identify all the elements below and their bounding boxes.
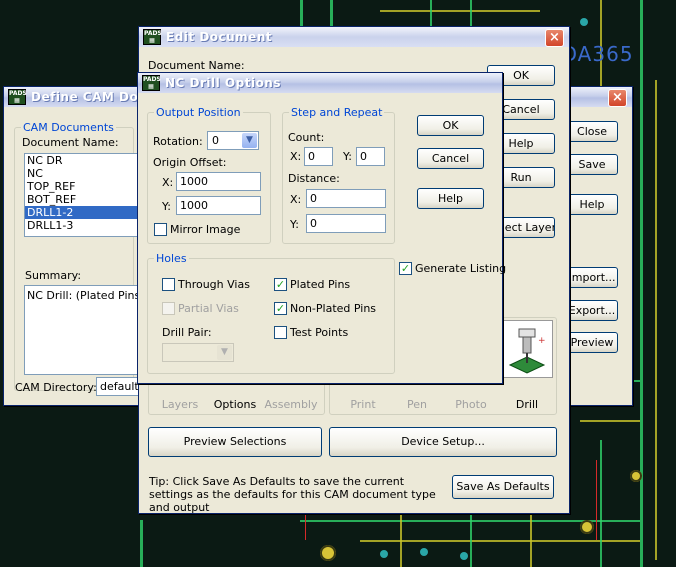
document-name-label: Document Name: <box>148 59 245 72</box>
list-item[interactable]: TOP_REF <box>25 180 138 193</box>
ok-button[interactable]: OK <box>417 115 484 136</box>
count-x-label: X: <box>290 150 302 163</box>
photo-tile-label[interactable]: Photo <box>445 398 497 411</box>
cam-directory-label: CAM Directory: <box>15 381 97 394</box>
count-y-input[interactable]: 0 <box>356 147 385 166</box>
pads-app-icon: PADS ▦ <box>143 29 162 45</box>
distance-x-input[interactable]: 0 <box>306 189 386 208</box>
distance-y-input[interactable]: 0 <box>306 214 386 233</box>
drill-icon: + <box>508 328 546 374</box>
chevron-down-icon[interactable]: ▼ <box>242 133 257 148</box>
window-title: NC Drill Options <box>165 76 281 90</box>
plated-pins-checkbox[interactable]: ✓ <box>274 278 287 291</box>
close-button[interactable]: Close <box>566 121 618 142</box>
rotation-value: 0 <box>212 134 219 147</box>
group-legend: CAM Documents <box>21 121 116 134</box>
distance-label: Distance: <box>288 172 340 185</box>
group-legend: Output Position <box>154 106 243 119</box>
partial-vias-checkbox[interactable] <box>162 302 175 315</box>
distance-y-label: Y: <box>290 218 299 231</box>
through-vias-checkbox[interactable] <box>162 278 175 291</box>
device-setup-button[interactable]: Device Setup... <box>329 427 557 457</box>
group-legend: Step and Repeat <box>289 106 385 119</box>
drill-tile[interactable]: + <box>501 320 553 378</box>
partial-vias-label: Partial Vias <box>178 302 239 315</box>
list-item[interactable]: BOT_REF <box>25 193 138 206</box>
list-item[interactable]: DRLL1-3 <box>25 219 138 232</box>
drill-pair-combo[interactable]: ▼ <box>162 343 234 362</box>
pads-app-icon: PADS ▦ <box>8 89 27 105</box>
plated-pins-label: Plated Pins <box>290 278 351 291</box>
mirror-image-label: Mirror Image <box>170 223 241 236</box>
rotation-combo[interactable]: 0 ▼ <box>207 131 259 150</box>
print-tile-label[interactable]: Print <box>337 398 389 411</box>
svg-text:+: + <box>538 336 546 346</box>
list-item[interactable]: NC <box>25 167 138 180</box>
cam-directory-combo[interactable]: default <box>96 377 139 396</box>
count-y-label: Y: <box>343 150 352 163</box>
origin-y-input[interactable]: 1000 <box>176 196 261 215</box>
summary-box[interactable]: NC Drill: (Plated Pins,N <box>24 285 139 375</box>
close-icon[interactable]: × <box>545 29 564 47</box>
non-plated-pins-label: Non-Plated Pins <box>290 302 377 315</box>
drill-tile-label[interactable]: Drill <box>501 398 553 411</box>
preview-selections-button[interactable]: Preview Selections <box>148 427 322 457</box>
help-button[interactable]: Help <box>566 194 618 215</box>
export-button[interactable]: Export... <box>566 300 618 321</box>
import-button[interactable]: Import... <box>566 267 618 288</box>
pads-app-icon: PADS ▦ <box>142 75 161 91</box>
generate-listing-checkbox[interactable]: ✓ <box>399 262 412 275</box>
save-button[interactable]: Save <box>566 154 618 175</box>
origin-x-input[interactable]: 1000 <box>176 172 261 191</box>
drill-pair-label: Drill Pair: <box>162 326 212 339</box>
preview-button[interactable]: Preview <box>566 332 618 353</box>
test-points-checkbox[interactable] <box>274 326 287 339</box>
summary-text: NC Drill: (Plated Pins,N <box>27 289 138 302</box>
origin-x-label: X: <box>162 176 174 189</box>
non-plated-pins-checkbox[interactable]: ✓ <box>274 302 287 315</box>
tip-text: Tip: Click Save As Defaults to save the … <box>149 475 436 514</box>
chevron-down-icon[interactable]: ▼ <box>217 345 232 360</box>
assembly-tile-label[interactable]: Assembly <box>261 398 321 411</box>
count-x-input[interactable]: 0 <box>304 147 333 166</box>
rotation-label: Rotation: <box>153 135 203 148</box>
nc-drill-options-dialog: PADS ▦ NC Drill Options Output Position R… <box>137 72 507 384</box>
origin-offset-label: Origin Offset: <box>153 156 227 169</box>
cancel-button[interactable]: Cancel <box>417 148 484 169</box>
document-name-label: Document Name: <box>22 136 119 149</box>
close-icon[interactable]: × <box>608 89 627 107</box>
nc-drill-titlebar[interactable]: PADS ▦ NC Drill Options <box>138 73 502 93</box>
count-label: Count: <box>288 131 325 144</box>
through-vias-label: Through Vias <box>178 278 250 291</box>
summary-label: Summary: <box>25 269 82 282</box>
mirror-image-checkbox[interactable] <box>154 223 167 236</box>
help-button[interactable]: Help <box>417 188 484 209</box>
origin-y-label: Y: <box>162 200 171 213</box>
save-as-defaults-button[interactable]: Save As Defaults <box>452 475 554 499</box>
distance-x-label: X: <box>290 193 302 206</box>
test-points-label: Test Points <box>290 326 349 339</box>
layers-tile-label[interactable]: Layers <box>151 398 209 411</box>
edit-document-titlebar[interactable]: PADS ▦ Edit Document <box>139 27 569 47</box>
list-item[interactable]: NC DR <box>25 154 138 167</box>
window-title: Edit Document <box>166 30 273 44</box>
group-legend: Holes <box>154 252 189 265</box>
list-item-selected[interactable]: DRLL1-2 <box>25 206 138 219</box>
options-tile-label[interactable]: Options <box>207 398 263 411</box>
document-list[interactable]: NC DR NC TOP_REF BOT_REF DRLL1-2 DRLL1-3 <box>24 153 139 237</box>
generate-listing-label: Generate Listing <box>415 262 507 275</box>
pen-tile-label[interactable]: Pen <box>391 398 443 411</box>
